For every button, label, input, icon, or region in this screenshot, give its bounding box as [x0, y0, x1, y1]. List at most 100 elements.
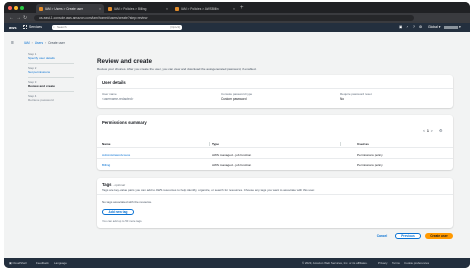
services-grid-icon[interactable]	[23, 25, 27, 29]
policy-type: AWS managed - job function	[212, 163, 252, 167]
tags-heading: Tags - optional	[102, 182, 125, 187]
step-current-review-and-create: Review and create	[28, 84, 55, 88]
back-icon[interactable]: ←	[9, 15, 14, 21]
breadcrumb-users[interactable]: Users	[35, 41, 43, 45]
column-separator	[340, 142, 341, 146]
help-icon[interactable]: ?	[413, 24, 415, 31]
breadcrumb: IAM › Users › Create user	[24, 41, 65, 45]
wizard-step-2: Step 2 Set permissions	[28, 66, 50, 74]
page-content: ≡ IAM › Users › Create user Step 1 Specify u…	[4, 32, 470, 258]
create-user-button[interactable]: Create user	[425, 233, 453, 239]
reload-icon[interactable]: ↻	[23, 15, 27, 21]
close-window-dot[interactable]	[8, 6, 12, 10]
policy-used-as: Permissions policy	[357, 153, 383, 157]
column-header-type[interactable]: Type	[212, 142, 219, 146]
settings-icon[interactable]: ⚙	[419, 24, 422, 31]
divider	[97, 147, 453, 148]
browser-tab-create-user[interactable]: IAM > Users > Create user ×	[36, 4, 104, 13]
maximize-window-dot[interactable]	[20, 6, 24, 10]
breadcrumb-separator: ›	[45, 41, 47, 45]
search-shortcut: [Opt+S]	[170, 25, 180, 29]
column-separator	[209, 142, 210, 146]
services-menu[interactable]: Services	[29, 24, 42, 31]
page-title: Review and create	[97, 58, 152, 65]
user-details-heading: User details	[102, 80, 126, 85]
policy-link-administratoraccess[interactable]: AdministratorAccess	[102, 153, 130, 157]
page-subtitle: Review your choices. After you create th…	[97, 67, 257, 71]
user-details-card: User details User name <username-redacte…	[97, 75, 453, 108]
policy-used-as: Permissions policy	[357, 163, 383, 167]
step-divider	[28, 77, 74, 78]
search-placeholder: Search	[57, 25, 67, 29]
cloudshell-icon[interactable]: ▣	[399, 24, 402, 31]
cloudshell-link[interactable]: ▣ CloudShell	[9, 258, 27, 268]
account-chevron-down-icon: ▾	[458, 25, 461, 29]
notifications-icon[interactable]: ◔	[406, 24, 408, 31]
wizard-step-4: Step 4 Retrieve password	[28, 94, 54, 102]
forward-icon[interactable]: →	[16, 15, 21, 21]
add-new-tag-button[interactable]: Add new tag	[102, 209, 134, 215]
permissions-summary-card: Permissions summary <1 > ⚙ Name Type Used…	[97, 115, 453, 170]
divider	[97, 158, 453, 159]
no-tags-text: No tags associated with the resource.	[102, 200, 153, 204]
url-field[interactable]: us-east-1.console.aws.amazon.com/iam/hom…	[34, 15, 414, 21]
breadcrumb-current: Create user	[48, 41, 65, 45]
tab-title: IAM > Policies > Billing	[114, 6, 147, 11]
account-menu[interactable]: ▾	[444, 24, 461, 31]
privacy-link[interactable]: Privacy	[378, 258, 387, 268]
new-tab-button[interactable]: +	[240, 4, 244, 12]
column-header-used-as[interactable]: Used as	[357, 142, 369, 146]
divider	[97, 88, 453, 89]
copyright-text: © 2023, Amazon Web Services, Inc. or its…	[302, 261, 368, 265]
account-name-redacted	[444, 25, 458, 29]
tab-title: IAM > Users > Create user	[45, 6, 83, 11]
menu-icon[interactable]: ≡	[11, 40, 14, 46]
wizard-step-3: Step 3 Review and create	[28, 80, 55, 88]
browser-tab-billing-policy[interactable]: IAM > Policies > Billing ×	[105, 4, 171, 13]
tags-card: Tags - optional Tags are key-value pairs…	[97, 178, 453, 228]
tags-title: Tags	[102, 182, 112, 187]
language-link[interactable]: Language	[54, 258, 67, 268]
pagination: <1 > ⚙	[423, 128, 443, 133]
browser-tab-awsbilling-policy[interactable]: IAM > Policies > AWSBillin ×	[172, 4, 238, 13]
require-password-reset-value: No	[340, 97, 345, 101]
step-link-set-permissions[interactable]: Set permissions	[28, 70, 50, 74]
terms-link[interactable]: Terms	[392, 258, 400, 268]
browser-address-bar: ← → ↻ us-east-1.console.aws.amazon.com/i…	[4, 13, 470, 23]
console-password-type-value: Custom password	[221, 97, 247, 101]
region-selector[interactable]: Global ▾	[428, 24, 440, 31]
tags-description: Tags are key-value pairs you can add to …	[102, 188, 315, 192]
cookie-preferences-link[interactable]: Cookie preferences	[404, 258, 429, 268]
tab-title: IAM > Policies > AWSBillin	[181, 6, 219, 11]
aws-favicon-icon	[39, 6, 43, 11]
search-icon: ⌕	[53, 25, 55, 29]
user-name-label: User name	[102, 92, 117, 96]
permissions-summary-heading: Permissions summary	[102, 120, 147, 125]
current-page[interactable]: 1	[427, 129, 429, 133]
policy-type: AWS managed - job function	[212, 153, 252, 157]
console-footer: ▣ CloudShell Feedback Language © 2023, A…	[4, 258, 470, 268]
step-link-specify-user-details[interactable]: Specify user details	[28, 56, 55, 60]
column-header-name[interactable]: Name	[102, 142, 110, 146]
divider	[97, 194, 453, 195]
close-tab-icon[interactable]: ×	[99, 7, 101, 11]
aws-logo[interactable]: aws	[9, 25, 17, 30]
feedback-link[interactable]: Feedback	[36, 258, 49, 268]
cloudshell-label: CloudShell	[12, 261, 27, 265]
close-tab-icon[interactable]: ×	[166, 7, 168, 11]
minimize-window-dot[interactable]	[14, 6, 18, 10]
previous-page-button[interactable]: <	[423, 129, 425, 133]
next-page-button[interactable]: >	[431, 129, 433, 133]
search-input[interactable]: ⌕ Search [Opt+S]	[52, 25, 182, 30]
policy-link-billing[interactable]: Billing	[102, 163, 110, 167]
cancel-button[interactable]: Cancel	[374, 233, 390, 239]
console-top-nav: aws Services ⌕ Search [Opt+S] ▣ ◔ ? ⚙ Gl…	[4, 23, 470, 32]
table-settings-icon[interactable]: ⚙	[439, 128, 443, 133]
previous-button[interactable]: Previous	[395, 233, 421, 239]
breadcrumb-separator: ›	[31, 41, 33, 45]
step-divider	[28, 91, 74, 92]
close-tab-icon[interactable]: ×	[233, 7, 235, 11]
aws-favicon-icon	[175, 6, 179, 11]
browser-tab-bar: IAM > Users > Create user × IAM > Polici…	[4, 2, 470, 13]
breadcrumb-iam[interactable]: IAM	[24, 41, 30, 45]
